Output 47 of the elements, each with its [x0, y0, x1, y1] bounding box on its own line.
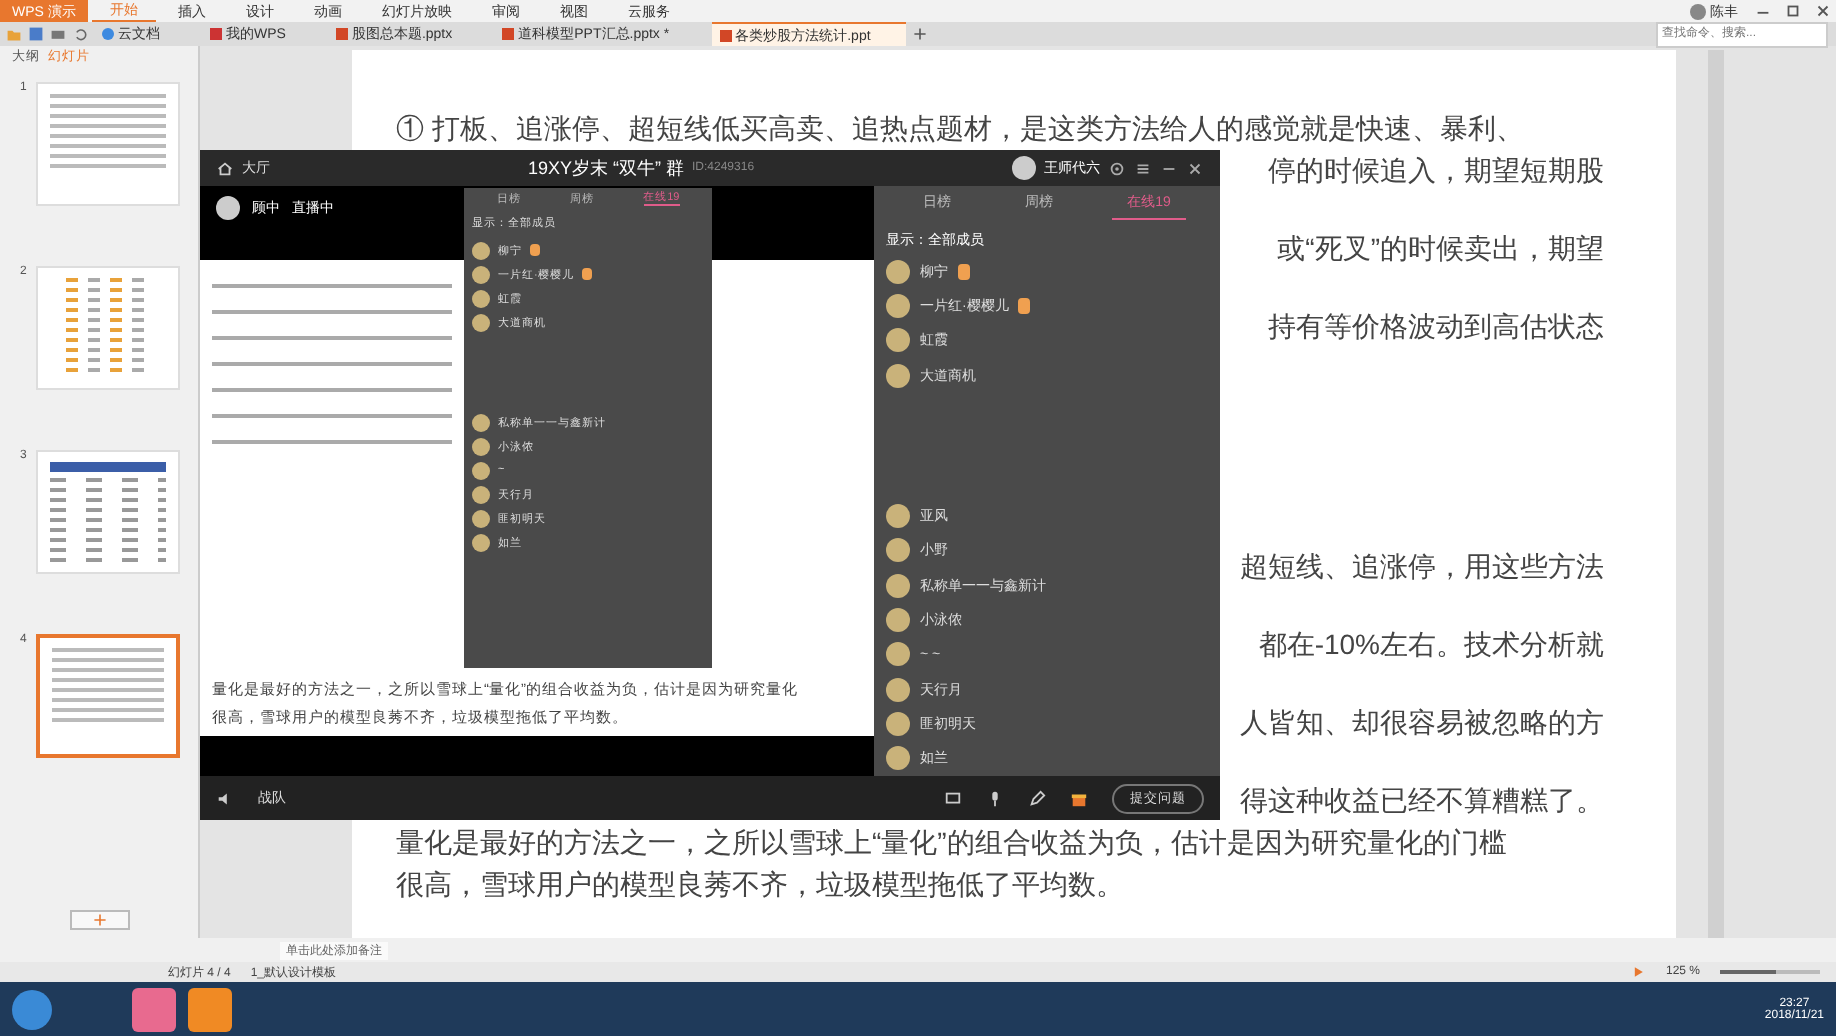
home-icon[interactable] [216, 159, 234, 177]
slide-text: 超短线、追涨停，用这些方法 [1240, 548, 1604, 586]
admin-badge-icon [581, 268, 592, 280]
host-avatar [1012, 156, 1037, 180]
presentation-app-icon[interactable] [188, 987, 232, 1031]
maximize-icon[interactable] [1784, 2, 1802, 20]
slide-thumbnail[interactable] [36, 634, 181, 758]
member-avatar [886, 538, 910, 563]
slide-text: 很高，雪球用户的模型良莠不齐，垃圾模型拖低了平均数。 [396, 866, 1124, 904]
member-avatar [886, 363, 910, 388]
member-avatar [886, 712, 910, 737]
admin-badge-icon [958, 263, 970, 280]
slide-text: 都在-10%左右。技术分析就 [1258, 626, 1604, 664]
edit-icon[interactable] [1028, 789, 1046, 807]
gift-icon[interactable] [1070, 789, 1088, 807]
member-avatar [886, 642, 910, 667]
slide-text: 持有等价格波动到高估状态 [1268, 308, 1604, 346]
close-icon[interactable] [1814, 2, 1832, 20]
close-icon[interactable] [1186, 159, 1205, 177]
member-avatar [886, 573, 910, 598]
member-avatar [886, 503, 910, 528]
member-avatar [886, 259, 910, 284]
admin-badge-icon [1018, 298, 1031, 315]
settings-icon[interactable] [1108, 159, 1127, 177]
slide-text: 人皆知、却很容易被忽略的方 [1240, 704, 1604, 742]
screen-icon[interactable] [944, 789, 962, 807]
microphone-icon[interactable] [986, 789, 1004, 807]
new-tab-icon[interactable] [912, 26, 929, 42]
member-avatar [886, 608, 910, 633]
slide-text: 停的时候追入，期望短期股 [1268, 152, 1604, 190]
chat-app-icon[interactable] [132, 987, 176, 1031]
member-avatar [886, 746, 910, 771]
start-button[interactable] [12, 989, 52, 1029]
anchor-avatar [216, 196, 240, 220]
member-avatar [886, 328, 910, 353]
menu-icon[interactable] [1134, 159, 1153, 177]
room-title: 19XY岁末 “双牛” 群 [527, 155, 684, 181]
slide-text: 量化是最好的方法之一，之所以雪球上“量化”的组合收益为负，估计是因为研究量化的门槛 [396, 824, 1507, 862]
undo-icon[interactable] [72, 26, 88, 42]
slide-text: 得这种收益已经不算糟糕了。 [1240, 782, 1604, 820]
slide-text: ① 打板、追涨停、超短线低买高卖、追热点题材，是这类方法给人的感觉就是快速、暴利、 [396, 110, 1524, 148]
member-avatar [886, 294, 910, 319]
member-avatar [886, 677, 910, 702]
plus-icon [91, 912, 107, 928]
admin-badge-icon [530, 244, 540, 256]
slide-text: 或“死叉”的时候卖出，期望 [1277, 230, 1604, 268]
user-avatar[interactable] [1690, 3, 1706, 19]
